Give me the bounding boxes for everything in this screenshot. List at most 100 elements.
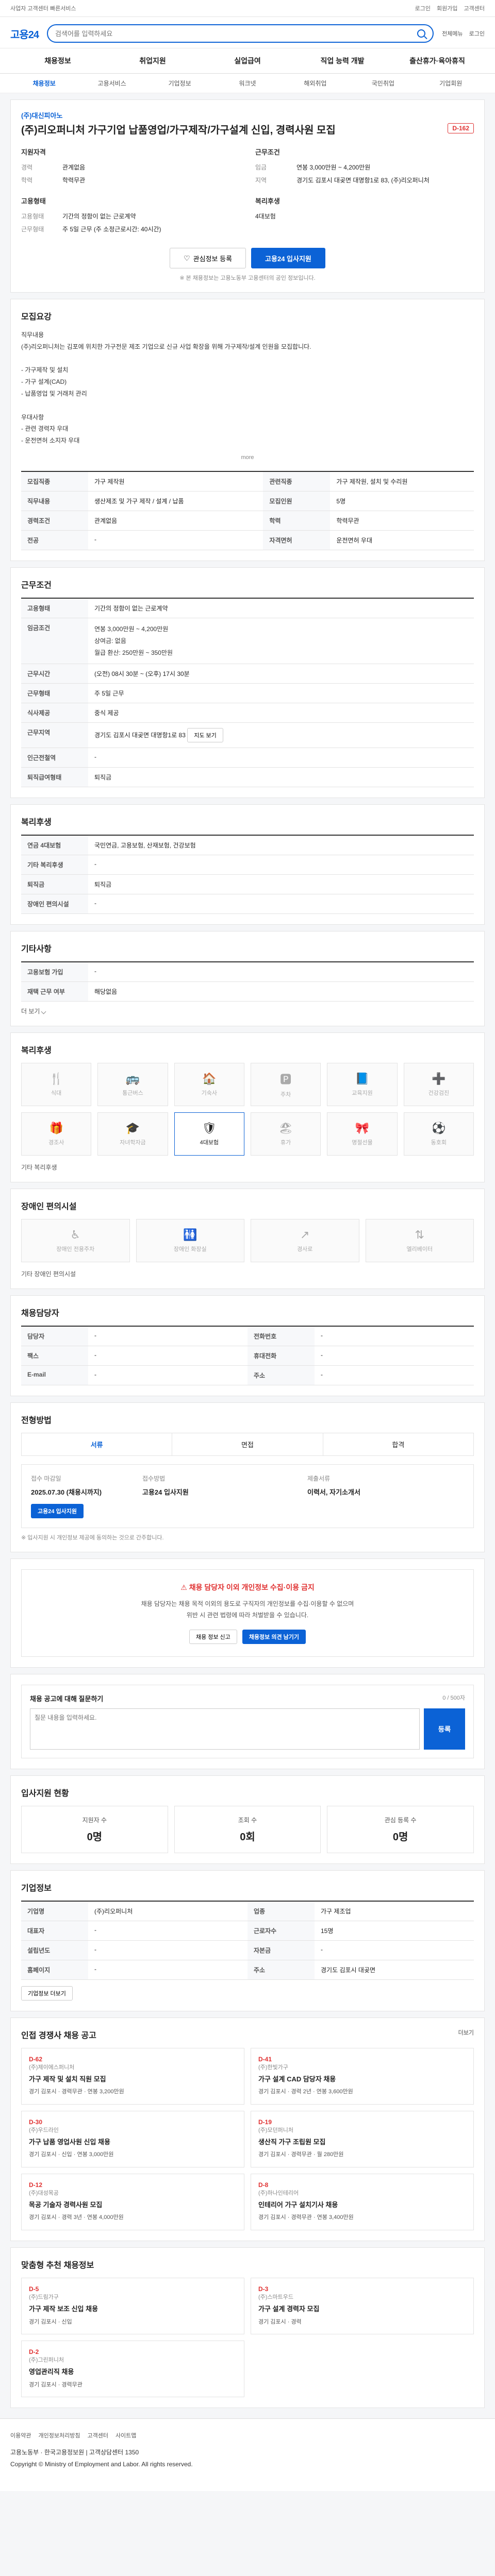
lnb-item-4[interactable]: 해외취업 [282, 74, 349, 93]
lnb-item-6[interactable]: 기업회원 [417, 74, 485, 93]
disability-card: ↗ 경사로 [251, 1219, 359, 1263]
process-step-pass: 합격 [392, 1441, 405, 1449]
feedback-button[interactable]: 채용정보 의견 남기기 [242, 1629, 306, 1644]
stat-label: 관심 등록 수 [384, 1816, 417, 1824]
similar-title: 인접 경쟁사 채용 공고 더보기 [21, 2028, 474, 2041]
gnb-item-leave[interactable]: 출산휴가·육아휴직 [390, 48, 485, 73]
job-card[interactable]: D-62 (주)제이에스퍼니처 가구 제작 및 설치 직원 모집 경기 김포시 · 경… [21, 2047, 244, 2105]
benefit-card: 🏠 기숙사 [174, 1063, 244, 1107]
job-card[interactable]: D-8 (주)하나인테리어 인테리어 가구 설치기사 채용 경기 김포시 · 경력무관… [251, 2173, 474, 2231]
benefit-icons-section: 복리후생 🍴 식대 🚌 통근버스 🏠 기숙사 🅿 주차 📘 교육지원 ➕ 건강검진 🎁 경조사… [10, 1032, 485, 1183]
benefit-icons-title: 복리후생 [21, 1046, 52, 1056]
kv-value: 주 5일 근무 (주 소정근로시간: 40시간) [62, 226, 161, 233]
vacation-icon: 🏖 [278, 1122, 293, 1135]
gnb-item-benefits[interactable]: 실업급여 [200, 48, 295, 73]
benefit-label: 휴가 [280, 1140, 291, 1146]
disability-label: 엘리베이터 [406, 1246, 433, 1253]
lnb-item-1[interactable]: 고용서비스 [78, 74, 145, 93]
job-card[interactable]: D-19 (주)모던퍼니처 생산직 가구 조립원 모집 경기 김포시 · 경력무관 ·… [251, 2110, 474, 2167]
lnb-item-2[interactable]: 기업정보 [146, 74, 213, 93]
site-logo[interactable]: 고용24 [10, 26, 39, 41]
bookmark-button[interactable]: ♡ 관심정보 등록 [170, 248, 246, 268]
recommend-card[interactable]: D-5 (주)드림가구 가구 제작 보조 신입 채용 경기 김포시 · 신입 [21, 2278, 244, 2335]
row-key: 전공 [21, 530, 88, 550]
job-header: (주)대신피아노 (주)리오퍼니처 가구기업 납품영업/가구제작/가구설계 신입… [10, 99, 485, 293]
job-card-company: (주)그린퍼니처 [29, 2357, 64, 2364]
row-value: - [315, 1326, 474, 1347]
footer-link-sitemap[interactable]: 사이트맵 [116, 2431, 136, 2442]
footer-link-terms[interactable]: 이용약관 [10, 2431, 31, 2442]
topbar: 사업자 고객센터 빠른서비스 로그인 회원가입 고객센터 [0, 0, 495, 17]
work-address: 경기도 김포시 대곶면 대명항1로 83 [94, 732, 186, 739]
comment-input[interactable] [30, 1708, 420, 1750]
search-icon[interactable] [417, 29, 426, 38]
company-title: 기업정보 [21, 1884, 52, 1893]
footer-link-privacy[interactable]: 개인정보처리방침 [38, 2431, 80, 2442]
topbar-login-link[interactable]: 로그인 [415, 4, 431, 12]
row-key: 기업명 [21, 1901, 88, 1921]
recommend-card[interactable]: D-2 (주)그린퍼니처 영업관리직 채용 경기 김포시 · 경력무관 [21, 2341, 244, 2398]
row-key: 근무형태 [21, 683, 88, 704]
similar-more-link[interactable]: 더보기 [458, 2028, 474, 2037]
detail-title: 모집요강 [21, 313, 52, 321]
benefit-card: 🍴 식대 [21, 1063, 92, 1107]
summary-qualification: 지원자격 경력 관계없음 학력 학력무관 [21, 147, 240, 187]
recommend-card[interactable]: D-3 (주)스마트우드 가구 설계 경력자 모집 경기 김포시 · 경력 [251, 2278, 474, 2335]
page: 사업자 고객센터 빠른서비스 로그인 회원가입 고객센터 고용24 전체메뉴 로… [0, 0, 495, 2491]
benefit-label: 식대 [51, 1090, 62, 1097]
row-key: 퇴직금 [21, 874, 88, 895]
apply-button[interactable]: 고용24 입사지원 [251, 248, 325, 268]
topbar-help-link[interactable]: 고객센터 [464, 4, 485, 12]
topbar-join-link[interactable]: 회원가입 [437, 4, 457, 12]
gnb-item-jobs[interactable]: 채용정보 [10, 48, 105, 73]
process-notice: ※ 입사지원 시 개인정보 제공에 동의하는 것으로 간주합니다. [21, 1535, 164, 1541]
kv-value: 관계없음 [62, 164, 86, 171]
job-card-title: 목공 기술자 경력사원 모집 [29, 2200, 103, 2209]
map-button[interactable]: 지도 보기 [187, 728, 223, 743]
job-card-dday: D-62 [29, 2055, 43, 2063]
company-name[interactable]: (주)대신피아노 [21, 110, 474, 120]
kv-key: 지역 [255, 177, 267, 184]
etc-title: 기타사항 [21, 945, 52, 954]
stat-views: 조회 수 0회 [174, 1805, 321, 1853]
stats-title: 입사지원 현황 [21, 1789, 69, 1798]
etc-more-link[interactable]: 더 보기 [21, 1008, 40, 1015]
row-key: 근로자수 [248, 1921, 315, 1940]
comment-count: 0 / 500자 [442, 1694, 465, 1701]
gnb-item-training[interactable]: 직업 능력 개발 [295, 48, 390, 73]
report-button[interactable]: 채용 정보 신고 [189, 1629, 237, 1644]
job-card-company: (주)모던퍼니처 [258, 2127, 294, 2133]
row-value: - [88, 748, 474, 768]
job-card[interactable]: D-41 (주)한빛가구 가구 설계 CAD 담당자 채용 경기 김포시 · 경력 2… [251, 2047, 474, 2105]
row-value: 해당없음 [88, 981, 474, 1002]
job-card[interactable]: D-30 (주)우드라인 가구 납품 영업사원 신입 채용 경기 김포시 · 신입 ·… [21, 2110, 244, 2167]
topbar-notice[interactable]: 사업자 고객센터 빠른서비스 [10, 4, 76, 12]
process-apply-button[interactable]: 고용24 입사지원 [31, 1504, 84, 1519]
search-input[interactable] [55, 29, 418, 38]
login-link[interactable]: 로그인 [469, 29, 485, 38]
lnb-item-3[interactable]: 워크넷 [213, 74, 281, 93]
job-card-company: (주)한빛가구 [258, 2064, 288, 2071]
lnb-item-0[interactable]: 채용정보 [10, 74, 78, 93]
header: 고용24 전체메뉴 로그인 [0, 17, 495, 48]
lnb-item-5[interactable]: 국민취업 [349, 74, 417, 93]
job-card[interactable]: D-12 (주)대성목공 목공 기술자 경력사원 모집 경기 김포시 · 경력 3년 … [21, 2173, 244, 2231]
row-value: 가구 제조업 [321, 1907, 351, 1915]
row-key: 홈페이지 [21, 1960, 88, 1979]
footer-link-help[interactable]: 고객센터 [87, 2431, 108, 2442]
gnb-item-support[interactable]: 취업지원 [105, 48, 200, 73]
company-more-button[interactable]: 기업정보 더보기 [21, 1986, 73, 2001]
benefit-card: 🅿 주차 [250, 1063, 321, 1107]
row-key: 자격면허 [263, 530, 331, 550]
job-title: (주)리오퍼니처 가구기업 납품영업/가구제작/가구설계 신입, 경력사원 모집 [21, 125, 336, 136]
job-card-dday: D-19 [258, 2118, 272, 2126]
row-value: - [88, 1346, 248, 1366]
benefit-icon-grid: 🍴 식대 🚌 통근버스 🏠 기숙사 🅿 주차 📘 교육지원 ➕ 건강검진 🎁 경조사 🎓 자녀학… [21, 1063, 474, 1156]
detail-more-link[interactable]: more [241, 454, 254, 461]
work-section: 근무조건 고용형태 기간의 정함이 없는 근로계약 임금조건 연봉 3,000만원 … [10, 567, 485, 799]
all-menu-link[interactable]: 전체메뉴 [442, 29, 463, 38]
row-value: - [94, 1926, 96, 1934]
job-card-title: 생산직 가구 조립원 모집 [258, 2138, 326, 2146]
comment-submit-button[interactable]: 등록 [424, 1708, 465, 1750]
warning-title: ⚠ 채용 담당자 이외 개인정보 수집·이용 금지 [34, 1582, 461, 1592]
